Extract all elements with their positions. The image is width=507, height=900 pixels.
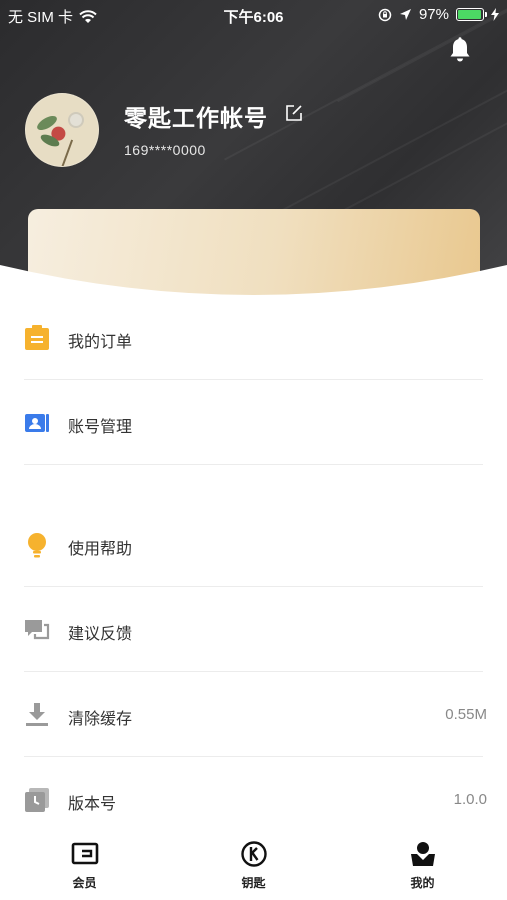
avatar[interactable] (25, 93, 99, 167)
menu-item-orders[interactable]: 我的订单 (0, 295, 507, 380)
menu-item-clear-cache[interactable]: 清除缓存 0.55M (0, 672, 507, 757)
menu-list: 我的订单 账号管理 使用帮助 建议反馈 清除缓存 0.55M 版本号 1.0.0 (0, 295, 507, 842)
location-arrow-icon (399, 9, 411, 20)
edit-icon[interactable] (285, 104, 303, 122)
user-phone: 169****0000 (124, 142, 206, 158)
order-icon (25, 325, 49, 350)
charging-icon (491, 8, 499, 21)
version-number: 1.0.0 (453, 791, 487, 808)
header-curve (0, 265, 507, 305)
profile-icon (410, 842, 435, 866)
menu-label-help: 使用帮助 (68, 541, 133, 558)
menu-label-orders: 我的订单 (68, 334, 133, 351)
membership-card-icon (71, 842, 98, 865)
status-bar: 无 SIM 卡 下午6:06 97% (0, 0, 507, 30)
menu-label-clear-cache: 清除缓存 (68, 711, 133, 728)
tab-label-membership: 会员 (72, 876, 97, 890)
feedback-icon (25, 620, 50, 640)
menu-label-feedback: 建议反馈 (68, 626, 133, 643)
tab-membership[interactable]: 会员 (0, 830, 169, 900)
menu-item-feedback[interactable]: 建议反馈 (0, 587, 507, 672)
user-name: 零匙工作帐号 (124, 105, 268, 131)
cache-size: 0.55M (445, 706, 487, 723)
menu-label-version: 版本号 (68, 796, 117, 813)
battery-percent: 97% (418, 6, 449, 23)
notification-bell-icon[interactable] (448, 37, 472, 63)
menu-label-account: 账号管理 (68, 419, 133, 436)
version-icon (25, 788, 49, 812)
menu-item-account[interactable]: 账号管理 (0, 380, 507, 465)
download-icon (26, 703, 48, 726)
tab-label-key: 钥匙 (241, 876, 266, 890)
tab-profile[interactable]: 我的 (338, 830, 507, 900)
tab-bar: 会员 钥匙 我的 (0, 830, 507, 900)
orientation-lock-icon (378, 8, 392, 21)
tab-key[interactable]: 钥匙 (169, 830, 338, 900)
account-card-icon (25, 414, 49, 432)
lightbulb-icon (28, 533, 46, 558)
key-logo-icon (240, 841, 267, 867)
battery-icon (456, 8, 487, 21)
tab-label-profile: 我的 (410, 876, 435, 890)
menu-item-help[interactable]: 使用帮助 (0, 502, 507, 587)
